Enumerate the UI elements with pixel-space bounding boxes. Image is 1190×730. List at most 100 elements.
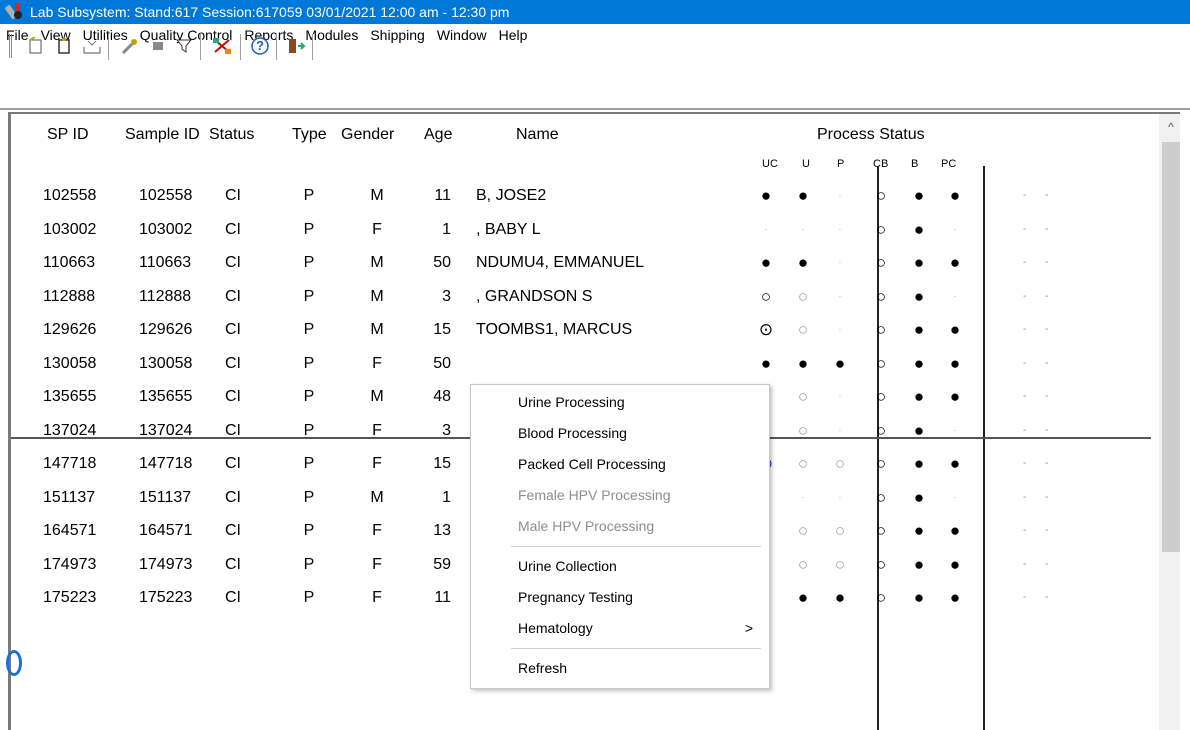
trailing-dashes: - - — [1023, 424, 1057, 436]
cell-sample-id: 135655 — [139, 388, 193, 405]
cell-sample-id: 174973 — [139, 555, 193, 573]
dash-icon: · — [953, 425, 957, 435]
cell-age: 3 — [442, 287, 451, 305]
cell-sp-id: 135655 — [43, 388, 97, 405]
table-row[interactable]: 112888 112888 CI P M 3 , GRANDSON S ○ ○ · ○ ● · - - — [11, 281, 1151, 313]
pipette-icon[interactable] — [118, 34, 142, 58]
menu-blood-processing[interactable]: Blood Processing — [471, 418, 769, 448]
cell-sample-id: 130058 — [139, 354, 193, 372]
table-row[interactable]: 103002 103002 CI P F 1 , BABY L · · · ○ ● · - - — [11, 214, 1151, 246]
cell-sp-id: 147718 — [43, 455, 97, 472]
filled-dot-icon: ● — [797, 186, 809, 205]
table-row[interactable]: 110663 110663 CI P M 50 NDUMU4, EMMANUEL ● ● · ○ ● ●… — [11, 247, 1151, 279]
help-icon[interactable]: ? — [248, 34, 272, 58]
menu-female-hpv-processing: Female HPV Processing — [518, 487, 671, 503]
open-circle-icon: ○ — [875, 353, 887, 373]
open-circle-icon: ○ — [760, 286, 772, 306]
tray-icon[interactable] — [80, 34, 104, 58]
filled-dot-icon: ● — [797, 253, 809, 272]
cell-gender: M — [370, 488, 384, 506]
table-row[interactable]: 102558 102558 CI P M 11 B, JOSE2 ● ● · ○ ● ● - - — [11, 180, 1151, 212]
open-circle-icon: ○ — [797, 286, 809, 306]
header-age[interactable]: Age — [424, 126, 452, 144]
toolbar-separator — [200, 34, 202, 60]
menu-packed-cell-processing[interactable]: Packed Cell Processing — [471, 449, 769, 479]
filled-dot-icon: ● — [913, 521, 925, 540]
filled-dot-icon: ● — [949, 454, 961, 473]
open-circle-icon: ○ — [797, 554, 809, 574]
cell-sample-id: 175223 — [139, 589, 193, 606]
toolbar-separator — [312, 34, 314, 60]
menu-urine-processing[interactable]: Urine Processing — [471, 387, 769, 417]
trailing-dashes: - - — [1023, 391, 1057, 402]
cell-age: 59 — [433, 555, 451, 573]
dash-icon: · — [953, 492, 957, 502]
cell-status: CI — [225, 589, 241, 606]
cell-sp-id: 110663 — [43, 254, 96, 271]
scroll-thumb[interactable] — [1162, 142, 1180, 552]
header-type[interactable]: Type — [292, 126, 327, 144]
subheader-cb: CB — [873, 158, 889, 170]
scroll-up-icon[interactable]: ^ — [1159, 120, 1180, 140]
open-circle-icon: ○ — [875, 253, 887, 272]
table-row[interactable]: 129626 129626 CI P M 15 TOOMBS1, MARCUS ⊙ ○ · ○ ● ● -… — [11, 314, 1151, 346]
open-circle-icon: ○ — [797, 454, 809, 473]
cell-sample-id: 112888 — [139, 287, 192, 305]
header-sample-id[interactable]: Sample ID — [125, 126, 200, 144]
trailing-dashes: - - — [1023, 592, 1057, 603]
vertical-scrollbar[interactable]: ^ — [1159, 114, 1180, 730]
trailing-dashes: - - — [1023, 223, 1057, 235]
filled-dot-icon: ● — [913, 588, 925, 607]
dash-icon: · — [764, 224, 768, 234]
exit-icon[interactable] — [284, 34, 308, 58]
cell-sample-id: 137024 — [139, 421, 193, 439]
new-icon[interactable] — [24, 34, 48, 58]
filled-dot-icon: ● — [949, 253, 961, 272]
cell-status: CI — [225, 287, 241, 305]
cursor-ring-icon — [6, 650, 22, 676]
cell-gender: F — [372, 421, 382, 439]
swap-icon[interactable] — [210, 34, 234, 58]
menu-separator — [511, 648, 761, 649]
cell-name: TOOMBS1, MARCUS — [476, 321, 633, 338]
header-gender[interactable]: Gender — [341, 126, 394, 144]
open-circle-icon: ○ — [875, 588, 887, 607]
filled-dot-icon: ● — [913, 253, 925, 272]
dash-icon: · — [838, 425, 842, 435]
filled-dot-icon: ● — [834, 353, 846, 373]
toolbar-grip[interactable] — [9, 34, 12, 58]
cell-gender: M — [370, 254, 384, 271]
menu-pregnancy-testing[interactable]: Pregnancy Testing — [471, 582, 769, 612]
cell-age: 15 — [433, 321, 451, 338]
menu-hematology[interactable]: Hematology > — [471, 613, 769, 643]
cell-type: P — [303, 455, 315, 472]
table-row[interactable]: 130058 130058 CI P F 50 ● ● ● ○ ● ● - - — [11, 348, 1151, 380]
cell-type: P — [303, 354, 315, 372]
filled-dot-icon: ● — [760, 353, 772, 373]
clipboard-icon[interactable] — [52, 34, 76, 58]
dash-icon: · — [953, 224, 957, 234]
cell-sample-id: 110663 — [139, 254, 192, 271]
menu-separator — [511, 546, 761, 547]
cell-type: P — [303, 589, 315, 606]
cell-status: CI — [225, 421, 241, 439]
open-circle-icon: ○ — [797, 521, 809, 540]
filled-dot-icon: ● — [913, 554, 925, 574]
menu-refresh[interactable]: Refresh — [471, 653, 769, 683]
cell-age: 48 — [433, 388, 451, 405]
header-name[interactable]: Name — [516, 126, 559, 144]
cell-status: CI — [225, 555, 241, 573]
cell-age: 1 — [442, 220, 451, 238]
menu-urine-collection[interactable]: Urine Collection — [471, 551, 769, 581]
toolbar-divider — [0, 108, 1190, 110]
toolbar: ? — [0, 0, 1190, 64]
filled-dot-icon: ● — [913, 487, 925, 507]
square-icon[interactable] — [146, 34, 170, 58]
subheader-p: P — [837, 158, 845, 170]
cell-status: CI — [225, 455, 241, 472]
cell-sp-id: 175223 — [43, 589, 97, 606]
tag-icon[interactable] — [172, 34, 196, 58]
header-sp-id[interactable]: SP ID — [47, 126, 89, 144]
header-status[interactable]: Status — [209, 126, 254, 144]
menu-male-hpv-processing: Male HPV Processing — [518, 518, 655, 534]
